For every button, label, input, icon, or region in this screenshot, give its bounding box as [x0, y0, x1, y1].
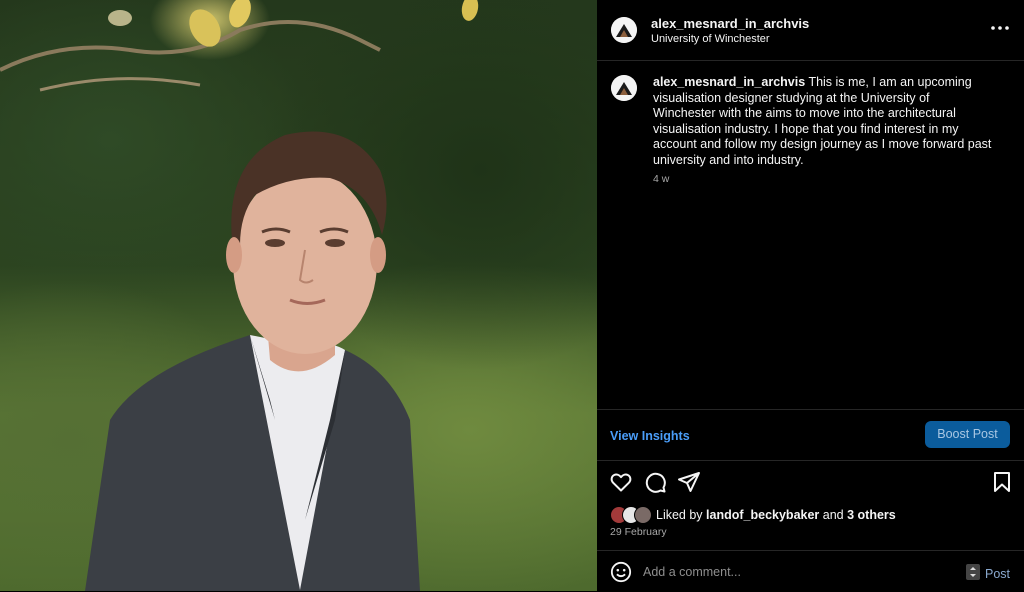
post-details-panel: alex_mesnard_in_archvis University of Wi…	[597, 0, 1024, 591]
post-comment-button[interactable]: Post	[985, 567, 1010, 581]
heart-icon[interactable]	[609, 470, 633, 494]
send-icon[interactable]	[677, 470, 701, 494]
post-photo[interactable]	[0, 0, 597, 591]
portrait-illustration	[0, 0, 479, 591]
liked-by-others-link[interactable]: 3 others	[847, 508, 896, 522]
liked-by-joiner: and	[822, 508, 844, 522]
header-username[interactable]: alex_mesnard_in_archvis	[651, 15, 809, 33]
input-resize-handle[interactable]	[966, 564, 980, 580]
post-time-ago: 4 w	[653, 173, 670, 185]
post-header: alex_mesnard_in_archvis University of Wi…	[597, 0, 1024, 61]
post-date: 29 February	[610, 526, 667, 538]
emoji-icon[interactable]	[610, 561, 634, 585]
comment-input[interactable]	[643, 565, 943, 579]
liker-username[interactable]: landof_beckybaker	[706, 508, 819, 522]
username-link[interactable]: alex_mesnard_in_archvis	[651, 16, 809, 31]
view-insights-link[interactable]: View Insights	[610, 429, 690, 443]
more-options-icon[interactable]	[990, 20, 1010, 36]
profile-avatar[interactable]	[611, 17, 637, 43]
location-link[interactable]: University of Winchester	[651, 33, 770, 45]
post-caption: alex_mesnard_in_archvis This is me, I am…	[653, 75, 993, 169]
bookmark-icon[interactable]	[990, 470, 1014, 494]
comment-icon[interactable]	[643, 470, 667, 494]
caption-username[interactable]: alex_mesnard_in_archvis	[653, 75, 805, 89]
liked-by-prefix: Liked by	[656, 508, 703, 522]
boost-post-button[interactable]: Boost Post	[925, 421, 1010, 448]
caption-avatar[interactable]	[611, 75, 637, 101]
comment-bar: Post	[597, 550, 1024, 592]
likes-summary: Liked by landof_beckybaker and 3 others	[610, 506, 896, 524]
insights-bar: View Insights Boost Post	[597, 409, 1024, 461]
liker-avatars[interactable]	[610, 506, 654, 524]
